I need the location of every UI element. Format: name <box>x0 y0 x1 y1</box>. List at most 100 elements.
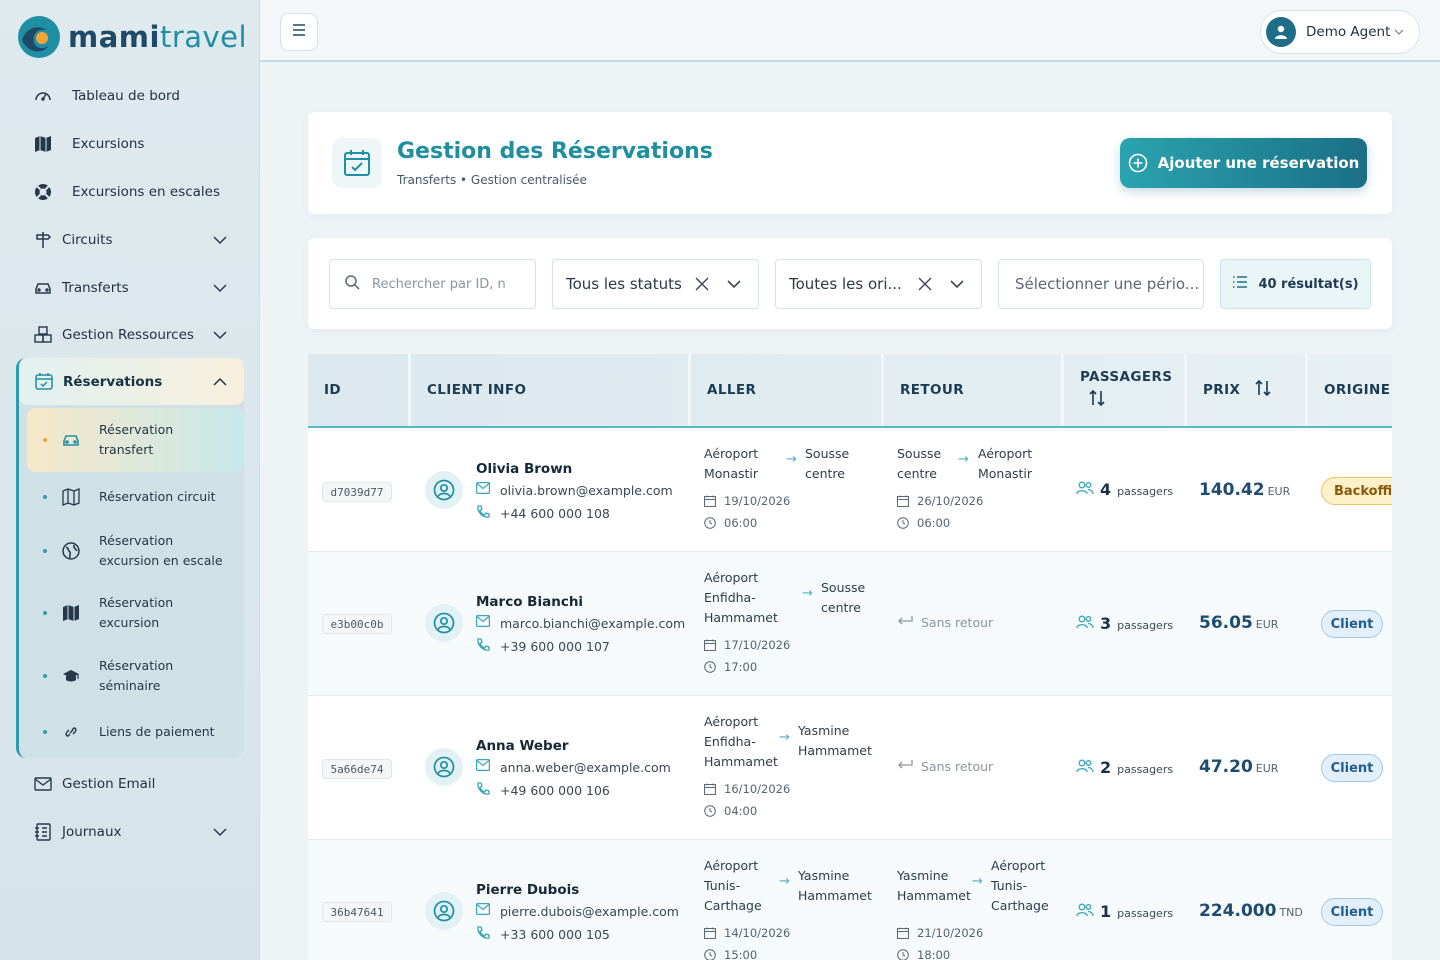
user-menu-button[interactable]: Demo Agent <box>1260 10 1420 54</box>
reservation-id[interactable]: 36b47641 <box>322 902 392 922</box>
retour-to: Aéroport Tunis- Carthage <box>991 856 1049 916</box>
phone-icon <box>476 505 492 521</box>
sidebar-item-logs[interactable]: Journaux <box>16 810 244 854</box>
sidebar-item-label: Gestion Ressources <box>62 327 194 343</box>
chevron-down-icon <box>949 276 965 292</box>
retour-time: 06:00 <box>897 516 950 530</box>
retour-time-text: 18:00 <box>917 948 951 960</box>
clock-icon <box>897 949 909 960</box>
map-outline-icon <box>61 487 81 507</box>
mail-icon <box>476 903 492 919</box>
origin-badge: Client <box>1321 610 1383 638</box>
sub-item-label-line1: Réservation <box>99 658 174 673</box>
sub-item-label: Réservation transfert <box>99 420 173 460</box>
origin-select[interactable]: Toutes les ori... <box>775 259 982 309</box>
search-input[interactable]: Rechercher par ID, n <box>329 259 536 309</box>
client-email-text: anna.weber@example.com <box>500 759 671 775</box>
aller-time: 17:00 <box>704 660 757 674</box>
col-prix[interactable]: PRIX <box>1184 354 1305 426</box>
sub-item-circuit-reservation[interactable]: Réservation circuit <box>27 477 244 517</box>
sidebar-item-reservations[interactable]: Réservations <box>19 358 244 405</box>
sub-item-label-line1: Réservation <box>99 533 174 548</box>
sidebar-item-label: Réservations <box>63 373 163 390</box>
sort-icon[interactable] <box>1088 389 1106 411</box>
reservation-id[interactable]: 5a66de74 <box>322 759 392 779</box>
table-row[interactable]: e3b00c0b Marco Bianchi marco.bianchi@exa… <box>308 552 1392 696</box>
sidebar-item-shore-excursions[interactable]: Excursions en escales <box>16 170 244 214</box>
passenger-count: 1 passagers <box>1076 902 1173 921</box>
aller-time: 04:00 <box>704 804 757 818</box>
arrow-right-icon: → <box>972 874 983 889</box>
sub-item-seminar-reservation[interactable]: Réservation séminaire <box>27 647 244 705</box>
calendar-icon <box>704 495 716 507</box>
status-select[interactable]: Tous les statuts <box>552 259 759 309</box>
reservation-id[interactable]: e3b00c0b <box>322 614 392 634</box>
reservation-id[interactable]: d7039d77 <box>322 482 392 502</box>
aller-date-text: 14/10/2026 <box>724 926 791 940</box>
topbar: Demo Agent <box>260 0 1440 62</box>
calendar-icon <box>897 927 909 939</box>
table-row[interactable]: 36b47641 Pierre Dubois pierre.dubois@exa… <box>308 840 1392 960</box>
calendar-icon <box>704 639 716 651</box>
aller-time: 15:00 <box>704 948 757 960</box>
col-client[interactable]: CLIENT INFO <box>408 354 688 426</box>
client-phone: +44 600 000 108 <box>476 505 610 521</box>
clock-icon <box>704 661 716 673</box>
sidebar-item-circuits[interactable]: Circuits <box>16 218 244 262</box>
retour-from-line1: Sousse <box>897 446 942 461</box>
map-icon <box>61 603 81 623</box>
col-retour[interactable]: RETOUR <box>881 354 1061 426</box>
aller-from-line1: Aéroport <box>704 858 759 873</box>
sidebar-item-dashboard[interactable]: Tableau de bord <box>16 74 244 118</box>
period-picker[interactable]: Sélectionner une pério... <box>998 259 1204 309</box>
table-header: ID CLIENT INFO ALLER RETOUR PASSAGERS PR… <box>308 354 1392 428</box>
client-name: Anna Weber <box>476 738 569 754</box>
brand-logo[interactable]: mamitravel <box>16 14 256 60</box>
sort-icon[interactable] <box>1254 379 1272 401</box>
add-reservation-button[interactable]: Ajouter une réservation <box>1120 138 1367 188</box>
return-arrow-icon <box>897 615 913 630</box>
page-title: Gestion des Réservations <box>397 139 713 164</box>
bullet <box>43 674 47 678</box>
client-phone: +39 600 000 107 <box>476 638 610 654</box>
aller-time-text: 17:00 <box>724 660 758 674</box>
sidebar-item-email[interactable]: Gestion Email <box>16 762 244 806</box>
sub-item-label-line2: excursion en escale <box>99 553 223 568</box>
aller-to-line2: centre <box>821 600 861 615</box>
price-currency: TND <box>1279 906 1303 919</box>
car-icon <box>32 277 54 299</box>
price-amount: 47.20 <box>1199 757 1253 777</box>
sub-item-excursion-reservation[interactable]: Réservation excursion <box>27 584 244 642</box>
aller-from-line3: Carthage <box>704 898 762 913</box>
bullet <box>43 495 47 499</box>
arrow-right-icon: → <box>786 452 797 467</box>
client-phone-text: +33 600 000 105 <box>500 926 610 942</box>
col-origine[interactable]: ORIGINE <box>1305 354 1392 426</box>
boxes-icon <box>32 324 54 346</box>
sub-item-shore-excursion-reservation[interactable]: Réservation excursion en escale <box>27 522 244 580</box>
retour-date-text: 21/10/2026 <box>917 926 984 940</box>
aller-from-line2: Enfidha- <box>704 734 756 749</box>
sub-item-transfer-reservation[interactable]: Réservation transfert <box>27 408 244 472</box>
mail-icon <box>476 482 492 498</box>
col-id[interactable]: ID <box>308 354 408 426</box>
menu-toggle-button[interactable] <box>280 13 318 51</box>
clear-origin-icon[interactable] <box>917 276 933 292</box>
client-name: Marco Bianchi <box>476 594 584 610</box>
clear-status-icon[interactable] <box>694 276 710 292</box>
origin-select-value: Toutes les ori... <box>789 275 902 293</box>
chevron-down-icon <box>1393 26 1405 42</box>
sub-item-payment-links[interactable]: Liens de paiement <box>27 712 244 752</box>
table-row[interactable]: 5a66de74 Anna Weber anna.weber@example.c… <box>308 696 1392 840</box>
col-aller[interactable]: ALLER <box>688 354 881 426</box>
sidebar-item-transfers[interactable]: Transferts <box>16 266 244 310</box>
origin-badge: Client <box>1321 754 1383 782</box>
sidebar-item-resources[interactable]: Gestion Ressources <box>16 313 244 357</box>
sidebar-item-excursions[interactable]: Excursions <box>16 122 244 166</box>
client-email: anna.weber@example.com <box>476 759 671 775</box>
table-row[interactable]: d7039d77 Olivia Brown olivia.brown@examp… <box>308 428 1392 552</box>
aller-to-line2: Hammamet <box>798 888 872 903</box>
mail-icon <box>476 759 492 775</box>
col-passagers[interactable]: PASSAGERS <box>1061 354 1184 426</box>
retour-to-line2: Monastir <box>978 466 1033 481</box>
